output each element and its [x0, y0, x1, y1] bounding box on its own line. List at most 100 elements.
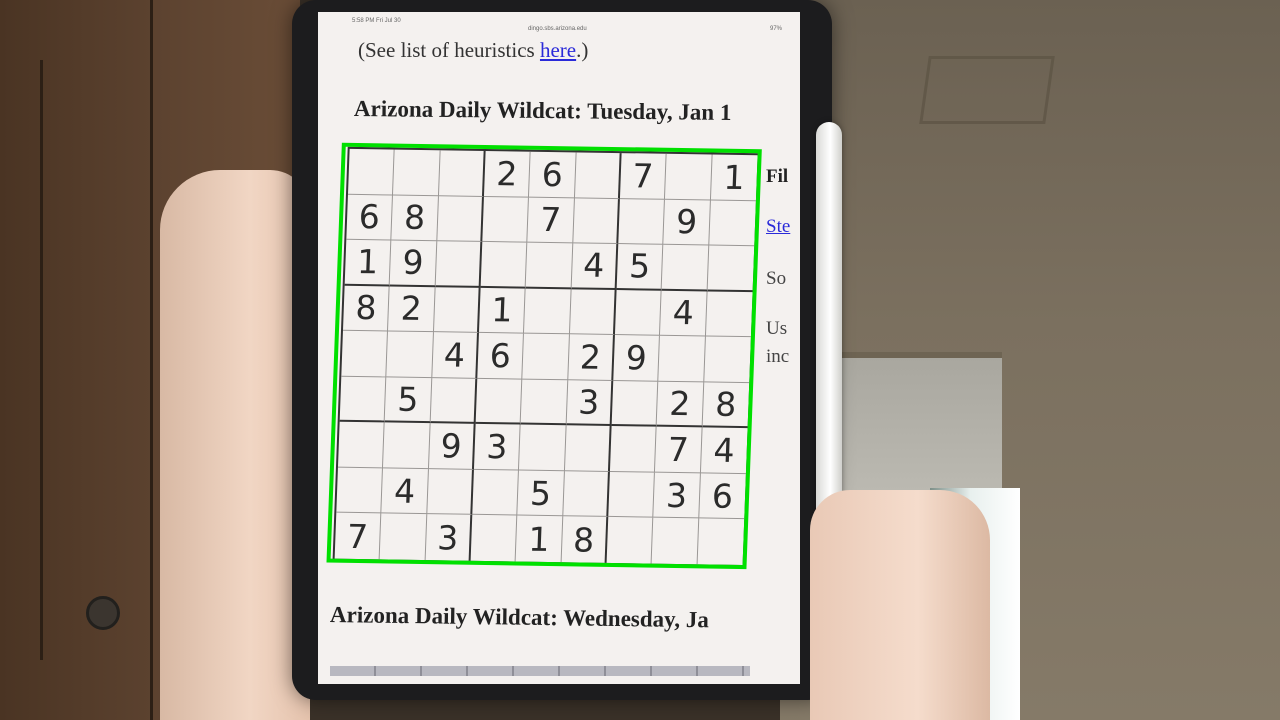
sudoku-grid: 267168791945821446295328937445367318: [332, 146, 760, 568]
door-knob: [86, 596, 120, 630]
sudoku-cell: [522, 333, 570, 381]
sudoku-cell: [520, 379, 568, 426]
sudoku-cell: 1: [515, 515, 563, 563]
sudoku-cell: 1: [710, 154, 758, 201]
sudoku-cell: 4: [571, 243, 619, 290]
sudoku-cell: [472, 469, 520, 516]
sudoku-cell: 2: [567, 334, 615, 381]
side-text-fil: Fil: [766, 166, 789, 187]
sudoku-cell: 3: [566, 380, 614, 427]
tablet-bottom-bar: [330, 666, 750, 676]
sudoku-cell: [611, 380, 659, 428]
heuristics-suffix: .): [576, 38, 589, 62]
sudoku-cell: [433, 286, 481, 334]
sudoku-cell: 6: [529, 151, 577, 198]
sudoku-cell: [383, 422, 431, 469]
sudoku-cell: [336, 467, 384, 514]
left-hand: [160, 170, 310, 720]
sudoku-cell: [572, 197, 620, 245]
right-hand: [810, 490, 990, 720]
sudoku-cell: [574, 152, 622, 199]
door-panel-line: [40, 60, 43, 660]
sudoku-cell: 8: [702, 382, 750, 429]
sudoku-cell: [564, 425, 612, 472]
battery-indicator: 97%: [769, 26, 782, 32]
sudoku-cell: [347, 148, 395, 196]
sudoku-cell: 2: [656, 381, 704, 428]
side-link-ste[interactable]: Ste: [766, 216, 790, 238]
sudoku-cell: 9: [663, 199, 711, 246]
sudoku-cell: [482, 196, 530, 243]
sudoku-cell: 2: [483, 150, 531, 198]
sudoku-cell: [705, 291, 753, 338]
status-url: dingo.sbs.arizona.edu: [528, 26, 587, 32]
sudoku-cell: [609, 426, 657, 473]
sudoku-cell: [339, 376, 387, 423]
sudoku-cell: [393, 149, 441, 196]
sudoku-cell: 7: [334, 513, 382, 560]
sudoku-cell: [341, 330, 389, 378]
sudoku-cell: 4: [700, 427, 748, 474]
sudoku-cell: [480, 242, 528, 289]
sudoku-cell: [703, 336, 751, 383]
sudoku-cell: 6: [698, 473, 746, 520]
sudoku-cell: [651, 518, 699, 565]
sudoku-cell: 5: [517, 470, 565, 517]
sudoku-cell: 9: [428, 423, 476, 470]
sudoku-cell: [618, 198, 666, 245]
side-text-inc: inc: [766, 346, 790, 367]
sudoku-cell: 9: [613, 335, 661, 382]
sudoku-cell: 1: [478, 287, 526, 334]
sudoku-cell: 7: [527, 197, 575, 244]
heuristics-prefix: (See list of heuristics: [358, 38, 540, 62]
sudoku-cell: [697, 519, 744, 565]
ceiling-vent: [919, 56, 1055, 124]
sudoku-cell: [438, 150, 486, 197]
sudoku-cell: [525, 242, 573, 289]
sudoku-cell: [435, 241, 483, 288]
door-panel-line: [150, 0, 153, 720]
heuristics-link[interactable]: here: [540, 38, 576, 62]
sudoku-cell: [379, 513, 427, 561]
sudoku-cell: 1: [344, 239, 392, 287]
sudoku-cell: [426, 468, 474, 516]
sudoku-cell: 8: [561, 516, 609, 563]
sudoku-cell: [606, 517, 654, 564]
sudoku-cell: 4: [660, 290, 708, 337]
sudoku-cell: [665, 153, 713, 201]
sudoku-cell: 7: [655, 427, 703, 474]
sudoku-cell: [614, 289, 662, 336]
sudoku-cell: [519, 424, 567, 472]
sudoku-cell: 8: [391, 195, 439, 242]
sudoku-cell: 9: [389, 240, 437, 287]
sudoku-cell: 5: [616, 244, 664, 291]
heuristics-note: (See list of heuristics here.): [358, 38, 588, 63]
sudoku-cell: 7: [619, 153, 667, 200]
sudoku-cell: 4: [431, 332, 479, 379]
sudoku-cell: 8: [342, 285, 390, 332]
sudoku-cell: [430, 377, 478, 425]
puzzle-heading-wednesday: Arizona Daily Wildcat: Wednesday, Ja: [329, 602, 710, 633]
sudoku-cell: [386, 331, 434, 378]
sudoku-cell: 5: [384, 377, 432, 424]
sudoku-cell: 4: [381, 468, 429, 515]
sudoku-cell: [707, 245, 755, 292]
side-text-us: Us: [766, 318, 788, 339]
sudoku-cell: 3: [473, 424, 521, 471]
puzzle-heading-tuesday: Arizona Daily Wildcat: Tuesday, Jan 1: [353, 96, 732, 125]
sudoku-cell: 3: [653, 472, 701, 519]
sudoku-container: 267168791945821446295328937445367318: [326, 142, 767, 573]
sudoku-cell: 2: [388, 286, 436, 333]
sudoku-cell: [708, 200, 756, 247]
sudoku-cell: [524, 288, 572, 335]
sudoku-cell: [658, 335, 706, 383]
photo-scene: 5:58 PM Fri Jul 30 dingo.sbs.arizona.edu…: [0, 0, 1280, 720]
sudoku-cell: [436, 195, 484, 243]
sudoku-cell: [608, 471, 656, 519]
sudoku-cell: [661, 244, 709, 292]
sudoku-cell: [569, 288, 617, 336]
status-time: 5:58 PM Fri Jul 30: [352, 18, 401, 24]
side-text-so: So: [766, 268, 787, 289]
sudoku-cell: 3: [425, 514, 473, 561]
sudoku-cell: [475, 378, 523, 425]
